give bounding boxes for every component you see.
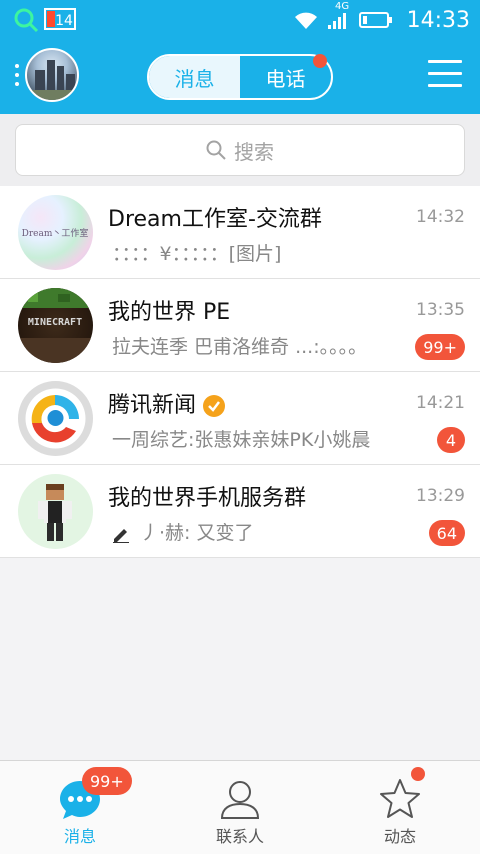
conversation-time: 14:32 (416, 207, 465, 227)
unread-dot (313, 54, 327, 68)
nav-feed-dot (411, 767, 425, 781)
conversation-row[interactable]: 腾讯新闻 14:21 一周综艺:张惠妹亲妹PK小姚晨 4 (0, 372, 480, 465)
group-avatar: Dream丶工作室 (18, 195, 93, 270)
tencent-news-avatar (18, 381, 93, 456)
nav-feed[interactable]: 动态 (320, 761, 480, 854)
nav-feed-label: 动态 (383, 827, 416, 846)
nav-messages[interactable]: 99+ 消息 (0, 761, 160, 854)
wifi-icon (294, 12, 317, 29)
conversation-row[interactable]: 我的世界手机服务群 13:29 丿·赫: 又变了 64 (0, 465, 480, 558)
conversation-time: 13:29 (416, 486, 465, 506)
drawer-indicator[interactable] (15, 64, 21, 90)
contacts-icon (220, 781, 260, 819)
tab-calls-label: 电话 (265, 66, 306, 91)
nav-unread-count: 99+ (90, 771, 124, 791)
signal-icon (327, 13, 346, 29)
conversation-list: Dream丶工作室 Dream工作室-交流群 14:32 ：：：：¥：：：：：[… (0, 186, 480, 558)
search-input[interactable]: 搜索 (15, 124, 465, 176)
battery-app-icon: 14 (44, 8, 78, 30)
search-area: 搜索 (0, 114, 480, 186)
user-avatar[interactable] (25, 48, 79, 102)
app-header: 消息 电话 (0, 40, 480, 114)
status-bar: 14 4G 14:33 (0, 0, 480, 40)
nav-messages-label: 消息 (63, 827, 96, 846)
tab-messages[interactable]: 消息 (149, 56, 240, 98)
unread-badge: 64 (428, 520, 465, 546)
search-placeholder: 搜索 (234, 139, 274, 164)
star-icon (380, 779, 420, 818)
conversation-row[interactable]: MINECRAFT 我的世界 PE 13:35 拉夫连季 巴甫洛维奇 ...:。… (0, 279, 480, 372)
conversation-title: 我的世界 PE (108, 300, 231, 325)
search-status-icon (14, 8, 39, 33)
conversation-row[interactable]: Dream丶工作室 Dream工作室-交流群 14:32 ：：：：¥：：：：：[… (0, 186, 480, 279)
conversation-preview: ：：：：¥：：：：：[图片] (112, 243, 282, 265)
svg-text:14: 14 (55, 13, 73, 29)
conversation-preview-text: 丿·赫: 又变了 (140, 522, 254, 544)
conversation-preview: 拉夫连季 巴甫洛维奇 ...:。。。。 (112, 336, 368, 358)
conversation-time: 13:35 (416, 300, 465, 320)
unread-badge: 4 (437, 427, 465, 453)
conversation-title: Dream工作室-交流群 (108, 207, 322, 232)
tab-calls[interactable]: 电话 (240, 54, 331, 98)
conversation-title: 我的世界手机服务群 (108, 486, 307, 511)
nav-contacts-label: 联系人 (215, 827, 264, 846)
svg-text:MINECRAFT: MINECRAFT (28, 317, 82, 328)
pencil-icon (113, 528, 129, 543)
conversation-preview: 丿·赫: 又变了 (112, 518, 412, 545)
character-avatar (18, 474, 93, 549)
nav-unread-badge: 99+ (82, 767, 132, 795)
search-icon (206, 140, 226, 160)
clock: 14:33 (406, 7, 470, 33)
tab-messages-label: 消息 (174, 66, 215, 91)
menu-icon[interactable] (428, 60, 462, 90)
minecraft-avatar: MINECRAFT (18, 288, 93, 363)
unread-badge: 99+ (415, 334, 465, 360)
bottom-navigation: 99+ 消息 联系人 动态 (0, 760, 480, 854)
conversation-title-text: 腾讯新闻 (108, 393, 197, 418)
svg-text:Dream丶工作室: Dream丶工作室 (22, 227, 89, 239)
conversation-preview: 一周综艺:张惠妹亲妹PK小姚晨 (112, 429, 371, 451)
battery-icon (358, 12, 392, 28)
message-call-switch: 消息 电话 (147, 54, 333, 100)
nav-contacts[interactable]: 联系人 (160, 761, 320, 854)
conversation-time: 14:21 (416, 393, 465, 413)
conversation-title: 腾讯新闻 (108, 387, 226, 419)
verified-icon (203, 395, 226, 417)
